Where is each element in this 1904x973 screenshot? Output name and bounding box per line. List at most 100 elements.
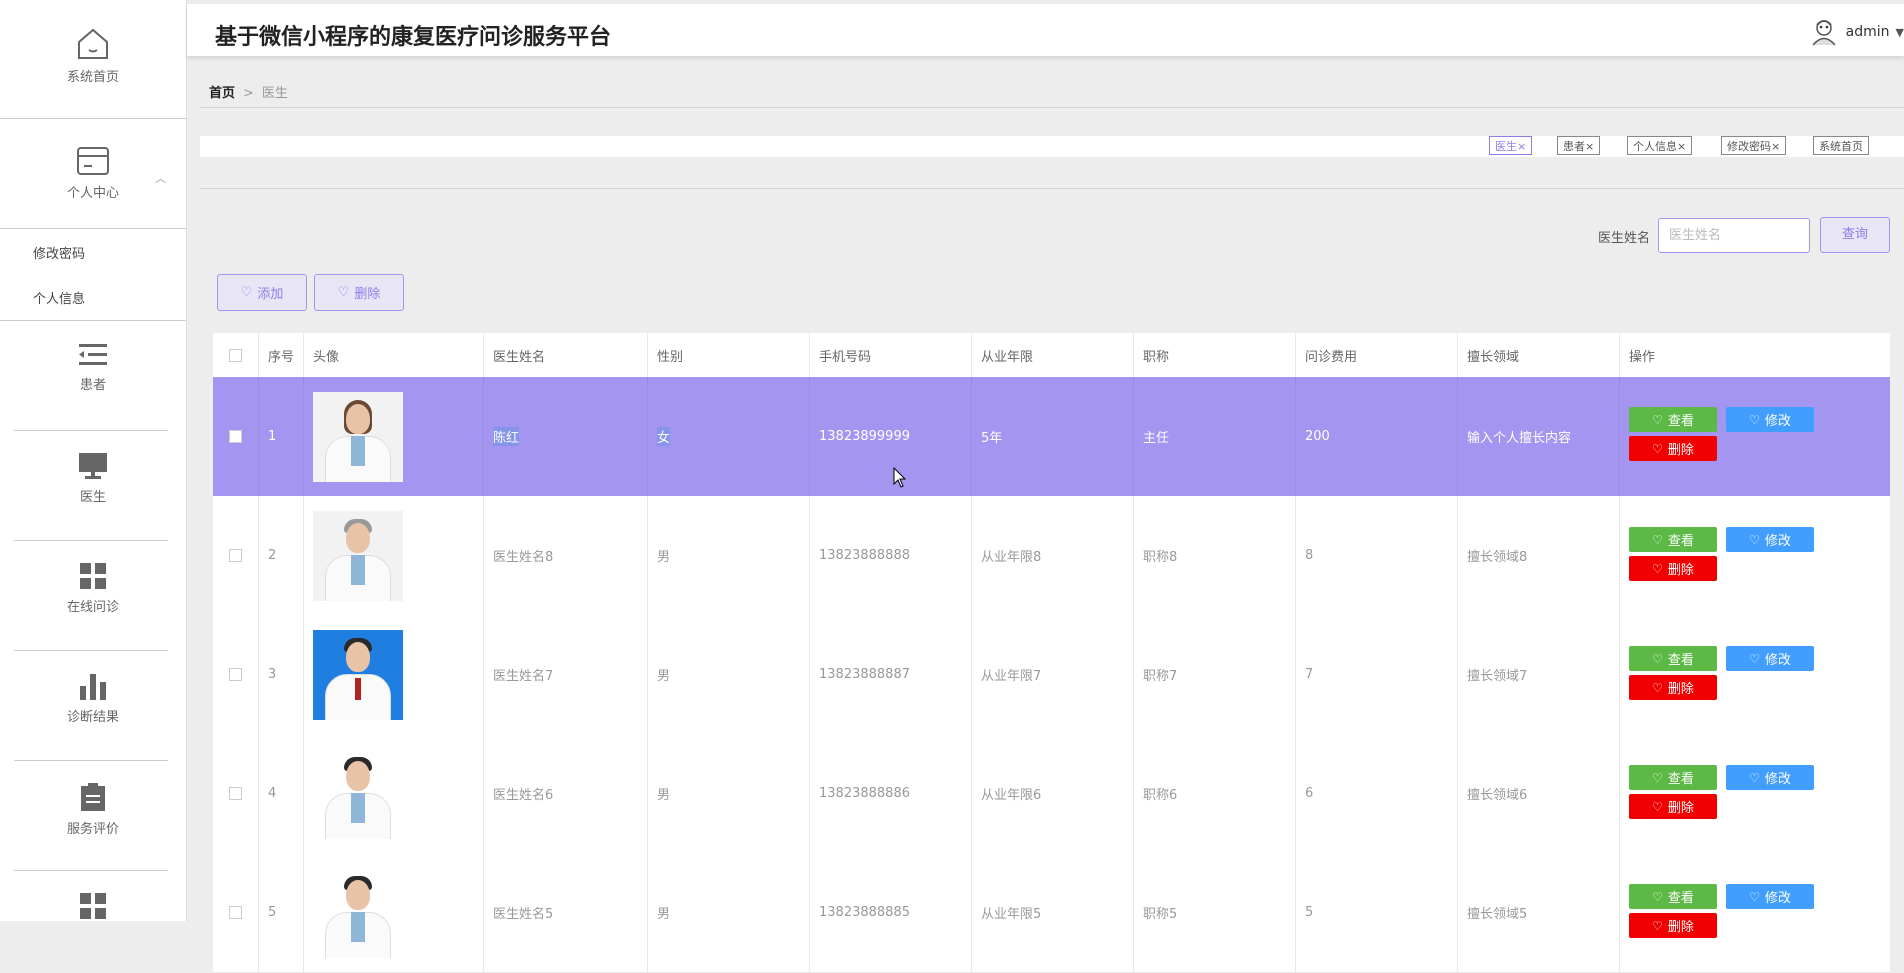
heart-icon: ♡ [1749, 412, 1760, 427]
view-button[interactable]: ♡ 查看 [1629, 407, 1717, 432]
batch-delete-button[interactable]: ♡ 删除 [314, 274, 404, 311]
sidebar-subitem-change-password[interactable]: 修改密码 [33, 243, 85, 262]
sidebar-item-diagnosis[interactable]: 诊断结果 [0, 672, 186, 725]
delete-button[interactable]: ♡ 删除 [1629, 556, 1717, 581]
divider [0, 228, 186, 229]
sidebar-item-reviews[interactable]: 服务评价 [0, 782, 186, 837]
index-cell: 2 [258, 496, 303, 615]
divider [14, 430, 168, 431]
heart-icon: ♡ [1652, 770, 1663, 785]
bar-chart-icon [80, 674, 106, 700]
sidebar-item-label: 医生 [79, 490, 106, 505]
user-menu[interactable]: admin ▼ [1810, 18, 1904, 46]
heart-icon: ♡ [240, 285, 253, 300]
fee-cell: 7 [1295, 615, 1457, 734]
view-button[interactable]: ♡ 查看 [1629, 646, 1717, 671]
gender-cell: 男 [647, 734, 809, 853]
row-checkbox[interactable] [229, 668, 242, 681]
divider [0, 118, 186, 119]
gender-cell: 男 [647, 615, 809, 734]
delete-label: 删除 [1667, 682, 1694, 697]
field-cell: 擅长领域8 [1457, 496, 1619, 615]
row-select-cell [213, 734, 258, 853]
view-button[interactable]: ♡ 查看 [1629, 765, 1717, 790]
table-row[interactable]: 5 医生姓名5 男 13823888885 从业年限5 职称5 5 擅长领域5 … [213, 853, 1890, 973]
sidebar: 系统首页 个人中心 ︿ 修改密码 个人信息 患者 医生 在线问诊 诊断结果 服务… [0, 0, 187, 921]
tag-patients[interactable]: 患者× [1557, 136, 1601, 155]
years-cell: 从业年限5 [971, 853, 1133, 972]
sidebar-item-doctors[interactable]: 医生 [0, 452, 186, 505]
edit-button[interactable]: ♡ 修改 [1726, 407, 1814, 432]
view-button[interactable]: ♡ 查看 [1629, 527, 1717, 552]
avatar-cell [303, 496, 483, 615]
delete-label: 删除 [1667, 801, 1694, 816]
table-row[interactable]: 2 医生姓名8 男 13823888888 从业年限8 职称8 8 擅长领域8 … [213, 496, 1890, 616]
edit-button[interactable]: ♡ 修改 [1726, 646, 1814, 671]
home-icon [78, 28, 108, 59]
delete-label: 删除 [1667, 443, 1694, 458]
edit-button[interactable]: ♡ 修改 [1726, 765, 1814, 790]
chevron-up-icon[interactable]: ︿ [155, 170, 166, 186]
fee-cell: 6 [1295, 734, 1457, 853]
tag-doctors[interactable]: 医生× [1489, 136, 1533, 155]
delete-button[interactable]: ♡ 删除 [1629, 913, 1717, 938]
tag-profile[interactable]: 个人信息× [1627, 136, 1693, 155]
heart-icon: ♡ [1652, 441, 1663, 456]
search-input[interactable] [1658, 218, 1810, 253]
row-checkbox[interactable] [229, 430, 242, 443]
fee-cell: 5 [1295, 853, 1457, 972]
phone-cell: 13823888885 [809, 853, 971, 972]
sidebar-item-label: 患者 [79, 378, 106, 393]
column-header: 问诊费用 [1295, 333, 1457, 377]
edit-button[interactable]: ♡ 修改 [1726, 527, 1814, 552]
fee-cell: 8 [1295, 496, 1457, 615]
heart-icon: ♡ [1749, 770, 1760, 785]
avatar-cell [303, 734, 483, 853]
table-row[interactable]: 3 医生姓名7 男 13823888887 从业年限7 职称7 7 擅长领域7 … [213, 615, 1890, 735]
operation-cell: ♡ 查看 ♡ 修改 ♡ 删除 [1619, 496, 1890, 615]
sidebar-item-label: 诊断结果 [66, 710, 119, 725]
delete-button[interactable]: ♡ 删除 [1629, 794, 1717, 819]
view-label: 查看 [1667, 772, 1694, 787]
sidebar-subitem-profile[interactable]: 个人信息 [33, 288, 85, 307]
tag-change-password[interactable]: 修改密码× [1721, 136, 1787, 155]
years-cell: 从业年限8 [971, 496, 1133, 615]
avatar-cell [303, 615, 483, 734]
divider [0, 320, 186, 321]
delete-button[interactable]: ♡ 删除 [1629, 675, 1717, 700]
view-label: 查看 [1667, 414, 1694, 429]
heart-icon: ♡ [337, 285, 350, 300]
column-header: 医生姓名 [483, 333, 647, 377]
tag-home[interactable]: 系统首页 [1813, 136, 1869, 155]
row-checkbox[interactable] [229, 787, 242, 800]
delete-button[interactable]: ♡ 删除 [1629, 436, 1717, 461]
index-cell: 5 [258, 853, 303, 972]
row-checkbox[interactable] [229, 906, 242, 919]
sidebar-item-home[interactable]: 系统首页 [0, 28, 186, 85]
query-button[interactable]: 查询 [1820, 217, 1890, 253]
column-header: 从业年限 [971, 333, 1133, 377]
select-all-checkbox[interactable] [229, 348, 242, 362]
column-header: 头像 [303, 333, 483, 377]
sidebar-item-consultation[interactable]: 在线问诊 [0, 562, 186, 615]
operation-cell: ♡ 查看 ♡ 修改 ♡ 删除 [1619, 853, 1890, 972]
name-cell: 医生姓名8 [483, 496, 647, 615]
phone-cell: 13823888887 [809, 615, 971, 734]
sidebar-item-patients[interactable]: 患者 [0, 342, 186, 393]
breadcrumb-home[interactable]: 首页 [209, 86, 235, 101]
heart-icon: ♡ [1652, 651, 1663, 666]
table-row[interactable]: 4 医生姓名6 男 13823888886 从业年限6 职称6 6 擅长领域6 … [213, 734, 1890, 854]
breadcrumb-separator: > [243, 86, 254, 101]
view-button[interactable]: ♡ 查看 [1629, 884, 1717, 909]
index-cell: 3 [258, 615, 303, 734]
sidebar-item-more[interactable] [0, 892, 186, 920]
doctor-photo [313, 510, 403, 601]
doctor-name: 陈红 [493, 427, 520, 446]
add-button[interactable]: ♡ 添加 [217, 274, 307, 311]
row-checkbox[interactable] [229, 549, 242, 562]
index-cell: 1 [258, 377, 303, 496]
field-cell: 擅长领域5 [1457, 853, 1619, 972]
title-cell: 主任 [1133, 377, 1295, 496]
edit-button[interactable]: ♡ 修改 [1726, 884, 1814, 909]
table-row[interactable]: 1 陈红 女 13823899999 5年 主任 200 输入个人擅长内容 ♡ 查… [213, 377, 1890, 497]
